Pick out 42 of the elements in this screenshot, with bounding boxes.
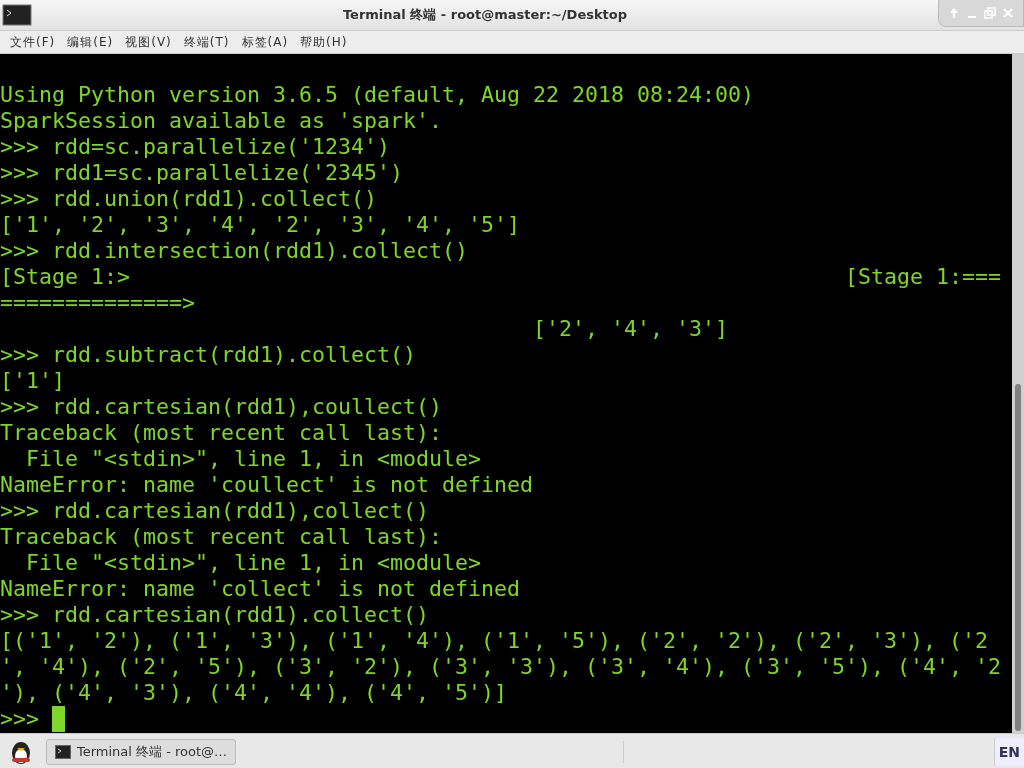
terminal-line: >>> rdd.cartesian(rdd1),collect() bbox=[0, 498, 430, 524]
terminal-line: >>> rdd=sc.parallelize('1234') bbox=[0, 134, 391, 160]
terminal-line: >>> rdd1=sc.parallelize('2345') bbox=[0, 160, 404, 186]
terminal-line: File "<stdin>", line 1, in <module> bbox=[25, 446, 482, 472]
terminal-line: NameError: name 'coullect' is not defined bbox=[0, 472, 534, 498]
terminal-line: Using Python version 3.6.5 (default, Aug 22 2018 08:24:00) bbox=[0, 82, 755, 108]
terminal-line: File "<stdin>", line 1, in <module> bbox=[25, 550, 482, 576]
terminal-line: >>> rdd.cartesian(rdd1).collect() bbox=[0, 602, 430, 628]
maximize-icon[interactable] bbox=[983, 6, 997, 20]
menu-item[interactable]: 终端(T) bbox=[177, 33, 236, 51]
terminal-line: ==============> bbox=[0, 290, 195, 316]
scrollbar[interactable] bbox=[1012, 54, 1024, 733]
arrow-up-icon[interactable] bbox=[947, 6, 961, 20]
terminal-icon bbox=[2, 4, 32, 26]
terminal-line: ['1'] bbox=[0, 368, 65, 394]
terminal-line: >>> rdd.subtract(rdd1).collect() bbox=[0, 342, 417, 368]
terminal-line: >>> rdd.intersection(rdd1).collect() bbox=[0, 238, 469, 264]
terminal-line: >>> rdd.cartesian(rdd1),coullect() bbox=[0, 394, 443, 420]
terminal-line: ['2', '4', '3'] bbox=[532, 316, 729, 342]
terminal-line: ['1', '2', '3', '4', '2', '3', '4', '5'] bbox=[0, 212, 521, 238]
scrollbar-thumb[interactable] bbox=[1015, 384, 1021, 731]
window-title: Terminal 终端 - root@master:~/Desktop bbox=[341, 6, 629, 24]
terminal-line: '), ('4', '3'), ('4', '4'), ('4', '5')] bbox=[0, 680, 508, 706]
terminal-line: SparkSession available as 'spark'. bbox=[0, 108, 443, 134]
menu-item[interactable]: 文件(F) bbox=[4, 33, 62, 51]
terminal-line: Traceback (most recent call last): bbox=[0, 420, 443, 446]
menu-item[interactable]: 编辑(E) bbox=[61, 33, 120, 51]
menu-item[interactable]: 标签(A) bbox=[235, 33, 295, 51]
taskbar-button[interactable]: Terminal 终端 - root@… bbox=[46, 738, 237, 765]
keyboard-layout[interactable]: EN bbox=[993, 737, 1024, 766]
terminal-line: Traceback (most recent call last): bbox=[0, 524, 443, 550]
prompt: >>> bbox=[0, 706, 39, 732]
terminal-line: >>> rdd.union(rdd1).collect() bbox=[0, 186, 377, 212]
cursor bbox=[52, 706, 65, 732]
terminal-line: NameError: name 'collect' is not defined bbox=[0, 576, 521, 602]
terminal-line: [('1', '2'), ('1', '3'), ('1', '4'), ('1', '5'), ('2', '2'), ('2', '3'), ('2 bbox=[0, 628, 989, 654]
terminal-line: [Stage 1:> [Stage 1:=== bbox=[0, 264, 1002, 290]
terminal-icon bbox=[55, 744, 71, 759]
terminal-line: ', '4'), ('2', '5'), ('3', '2'), ('3', '3'), ('3', '4'), ('3', '5'), ('4', '2 bbox=[0, 654, 1002, 680]
close-icon[interactable] bbox=[1001, 6, 1015, 20]
menu-item[interactable]: 帮助(H) bbox=[294, 33, 354, 51]
menu-item[interactable]: 视图(V) bbox=[119, 33, 178, 51]
